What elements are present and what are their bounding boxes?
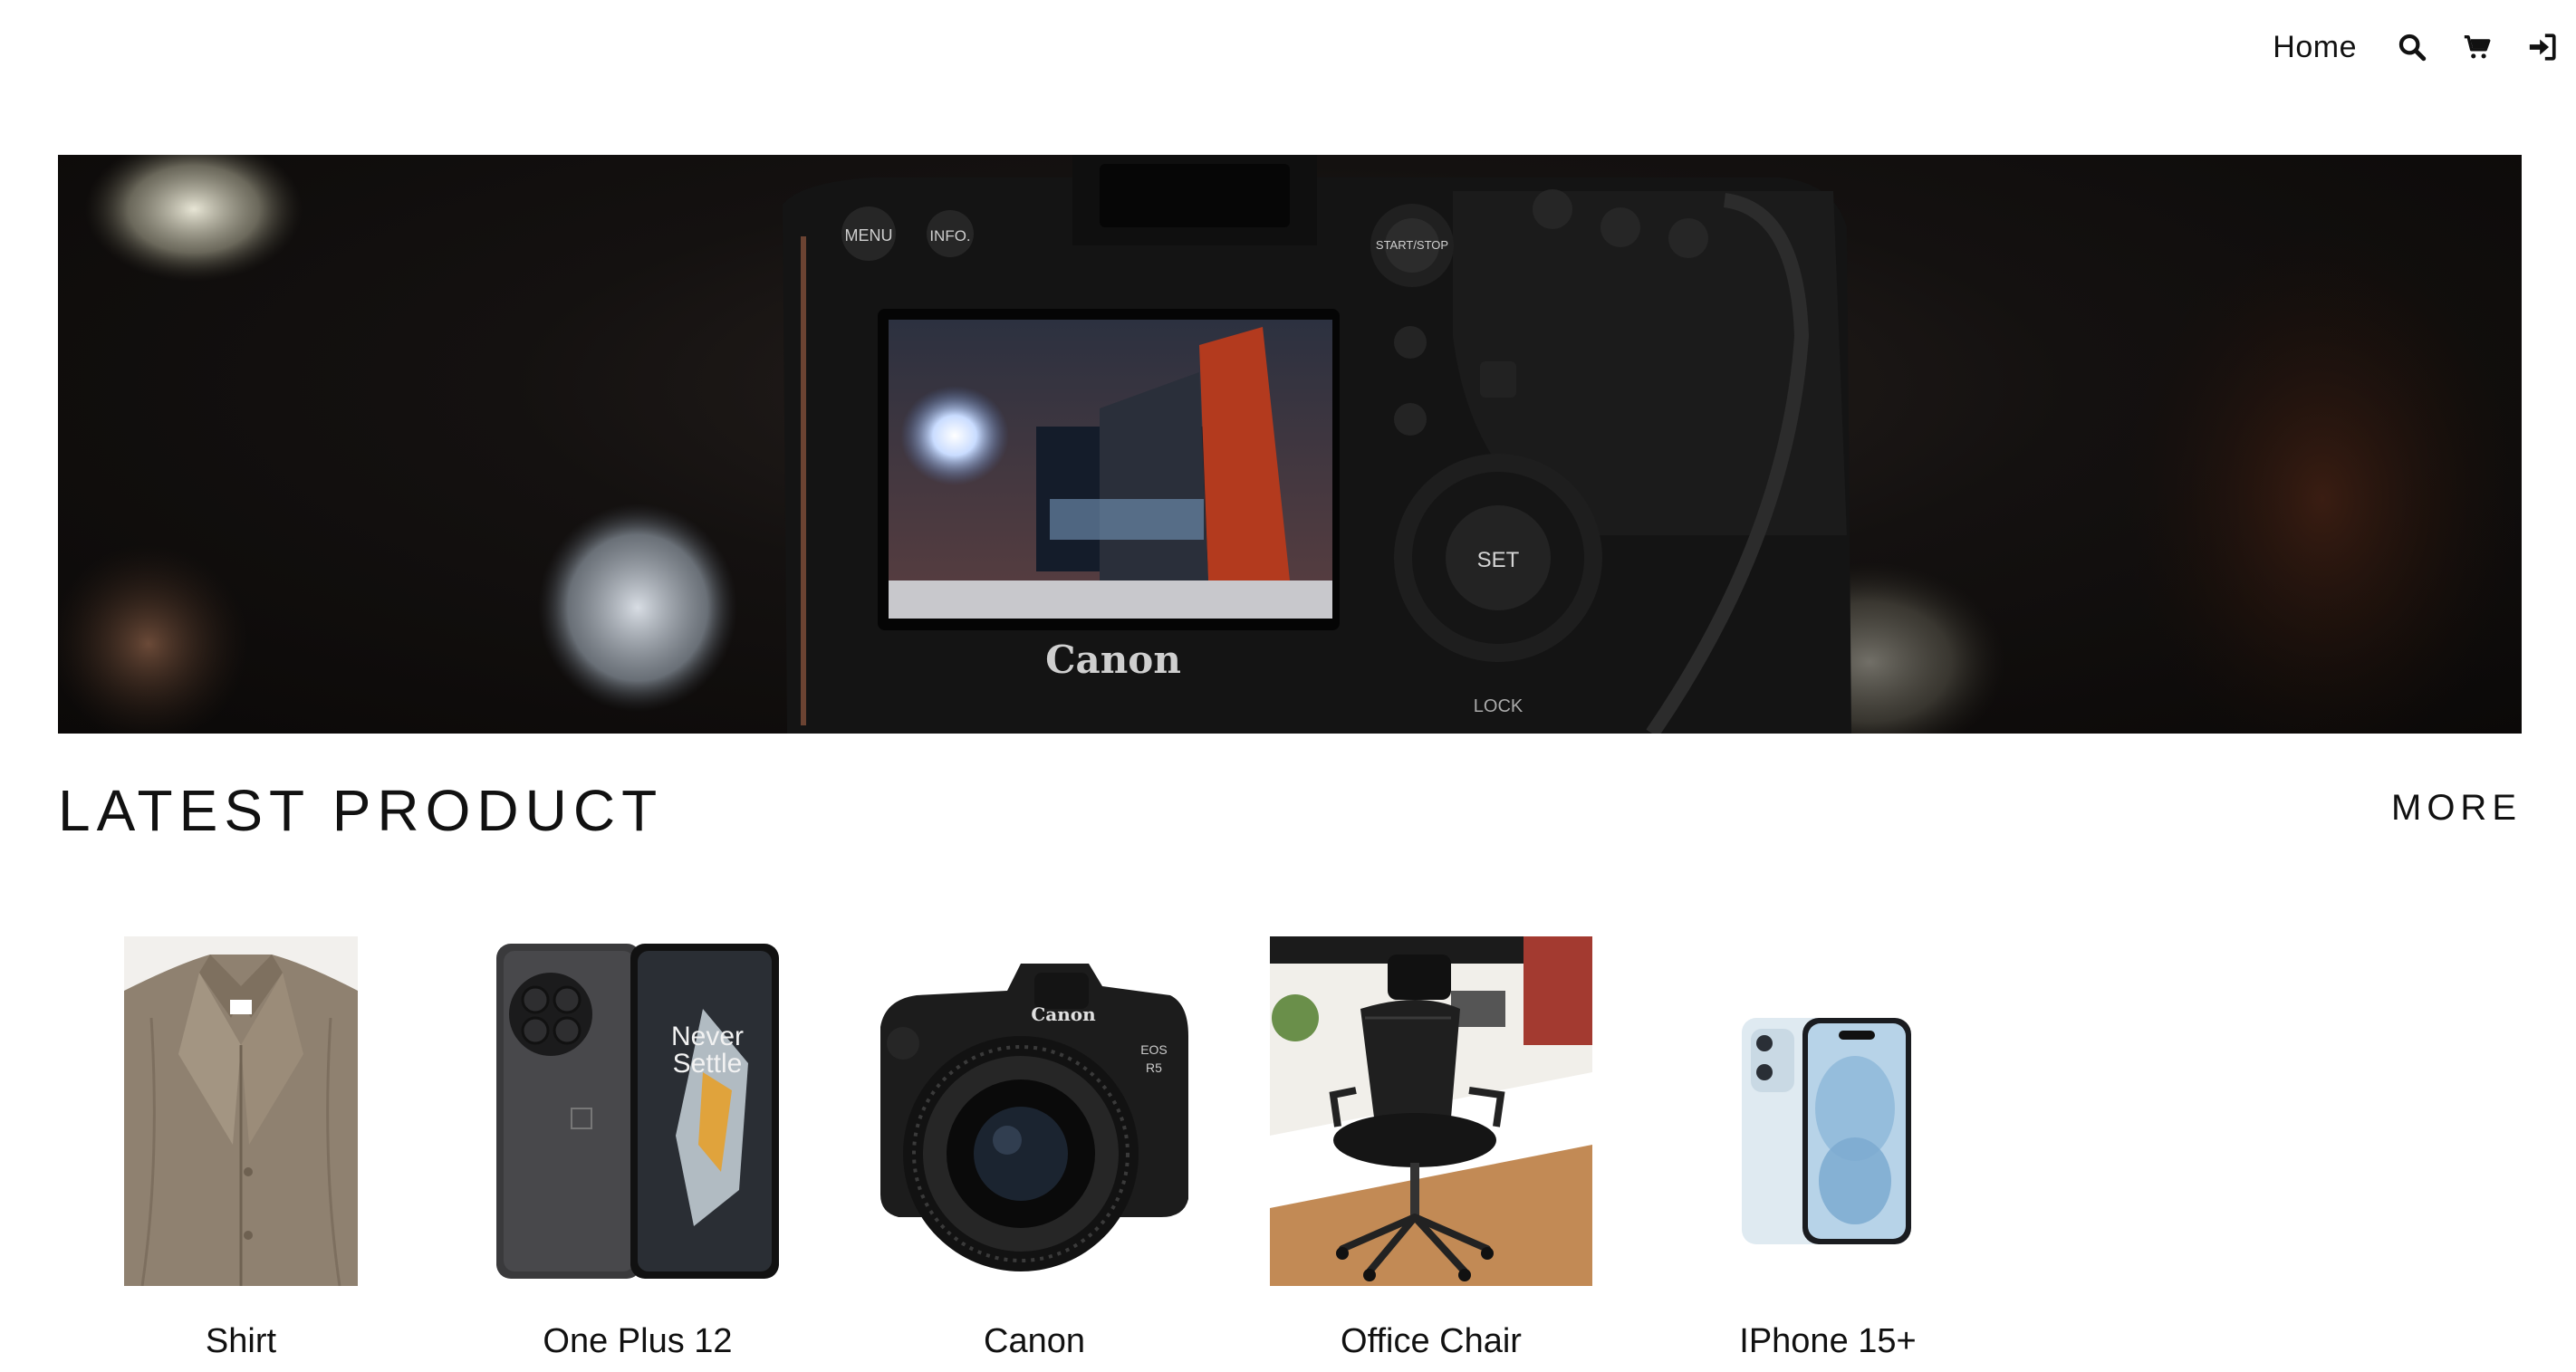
product-image-oneplus: Never Settle <box>496 944 779 1279</box>
top-nav: Home <box>2273 20 2560 74</box>
hero-camera-illustration: MENU INFO. START/STOP SET LOCK Canon <box>58 155 2522 734</box>
cart-icon[interactable] <box>2460 30 2494 64</box>
svg-text:Canon: Canon <box>1031 1003 1096 1025</box>
product-name-iphone: IPhone 15+ <box>1739 1322 1917 1360</box>
hero-set-button: SET <box>1477 548 1520 572</box>
hero-canon-logo: Canon <box>1045 638 1181 682</box>
product-name-office-chair: Office Chair <box>1341 1322 1522 1360</box>
latest-product-heading: LATEST PRODUCT <box>58 778 664 843</box>
product-card-iphone[interactable]: IPhone 15+ <box>1629 933 2027 1372</box>
product-name-shirt: Shirt <box>205 1322 277 1360</box>
product-name-oneplus: One Plus 12 <box>543 1322 733 1360</box>
hero-info-button: INFO. <box>929 227 970 245</box>
product-list: Shirt Never Settle One Plus 12 Canon EOS… <box>0 933 2576 1372</box>
product-card-shirt[interactable]: Shirt <box>42 933 440 1372</box>
product-image-shirt <box>124 936 358 1286</box>
search-icon[interactable] <box>2395 30 2429 64</box>
hero-startstop-button: START/STOP <box>1376 238 1448 252</box>
product-card-oneplus[interactable]: Never Settle One Plus 12 <box>438 933 837 1372</box>
product-card-canon[interactable]: Canon EOS R5 Canon <box>835 933 1234 1372</box>
product-card-office-chair[interactable]: Office Chair <box>1232 933 1630 1372</box>
svg-text:EOS: EOS <box>1140 1042 1168 1057</box>
more-link[interactable]: MORE <box>2391 788 2522 829</box>
product-name-canon: Canon <box>984 1322 1085 1360</box>
svg-text:Settle: Settle <box>673 1049 743 1079</box>
svg-text:Never: Never <box>671 1022 744 1051</box>
product-image-office-chair <box>1270 936 1592 1286</box>
product-image-iphone <box>1742 1018 1911 1244</box>
svg-text:R5: R5 <box>1146 1060 1162 1075</box>
nav-home-link[interactable]: Home <box>2273 30 2357 65</box>
product-image-canon: Canon EOS R5 <box>880 964 1188 1271</box>
hero-lock-label: LOCK <box>1474 696 1523 716</box>
hero-banner: MENU INFO. START/STOP SET LOCK Canon <box>58 155 2522 734</box>
sign-in-icon[interactable] <box>2525 30 2560 64</box>
hero-menu-button: MENU <box>845 226 893 245</box>
